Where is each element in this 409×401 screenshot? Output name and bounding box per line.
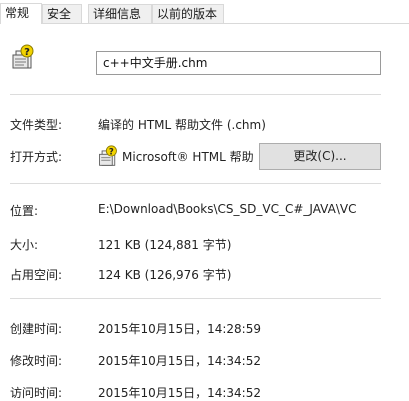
size-on-disk-value: 124 KB (126,976 字节): [98, 268, 232, 282]
created-value: 2015年10月15日，14:28:59: [98, 322, 261, 336]
svg-text:?: ?: [24, 47, 30, 58]
change-button[interactable]: 更改(C)...: [259, 143, 381, 170]
size-on-disk-label: 占用空间:: [10, 268, 63, 282]
tab-security[interactable]: 安全: [42, 4, 82, 23]
svg-text:?: ?: [109, 146, 114, 156]
separator: [10, 94, 381, 95]
size-value: 121 KB (124,881 字节): [98, 238, 232, 252]
tab-divider: [0, 23, 409, 24]
tab-details[interactable]: 详细信息: [88, 4, 152, 23]
file-properties-dialog: 常规 安全 详细信息 以前的版本 ? c++中文手册.chm 文件类型: 编译的…: [0, 0, 409, 401]
tab-bar: 常规 安全 详细信息 以前的版本: [0, 3, 409, 24]
accessed-label: 访问时间:: [10, 386, 63, 400]
modified-value: 2015年10月15日，14:34:52: [98, 354, 261, 368]
tab-previous-versions[interactable]: 以前的版本: [152, 4, 224, 23]
size-label: 大小:: [10, 238, 39, 252]
open-with-label: 打开方式:: [10, 150, 63, 164]
help-app-icon: ?: [99, 145, 117, 166]
file-type-value: 编译的 HTML 帮助文件 (.chm): [98, 118, 266, 132]
tab-general[interactable]: 常规: [0, 3, 42, 24]
open-with-app-name: Microsoft® HTML 帮助: [122, 150, 254, 164]
location-label: 位置:: [10, 204, 39, 218]
file-type-label: 文件类型:: [10, 118, 63, 132]
filename-field[interactable]: c++中文手册.chm: [96, 51, 381, 75]
location-value: E:\Download\Books\CS_SD_VC_C#_JAVA\VC: [98, 202, 357, 216]
chm-file-icon: ?: [12, 44, 34, 69]
separator: [10, 183, 381, 184]
created-label: 创建时间:: [10, 322, 63, 336]
accessed-value: 2015年10月15日，14:34:52: [98, 386, 261, 400]
modified-label: 修改时间:: [10, 354, 63, 368]
separator: [10, 298, 381, 299]
